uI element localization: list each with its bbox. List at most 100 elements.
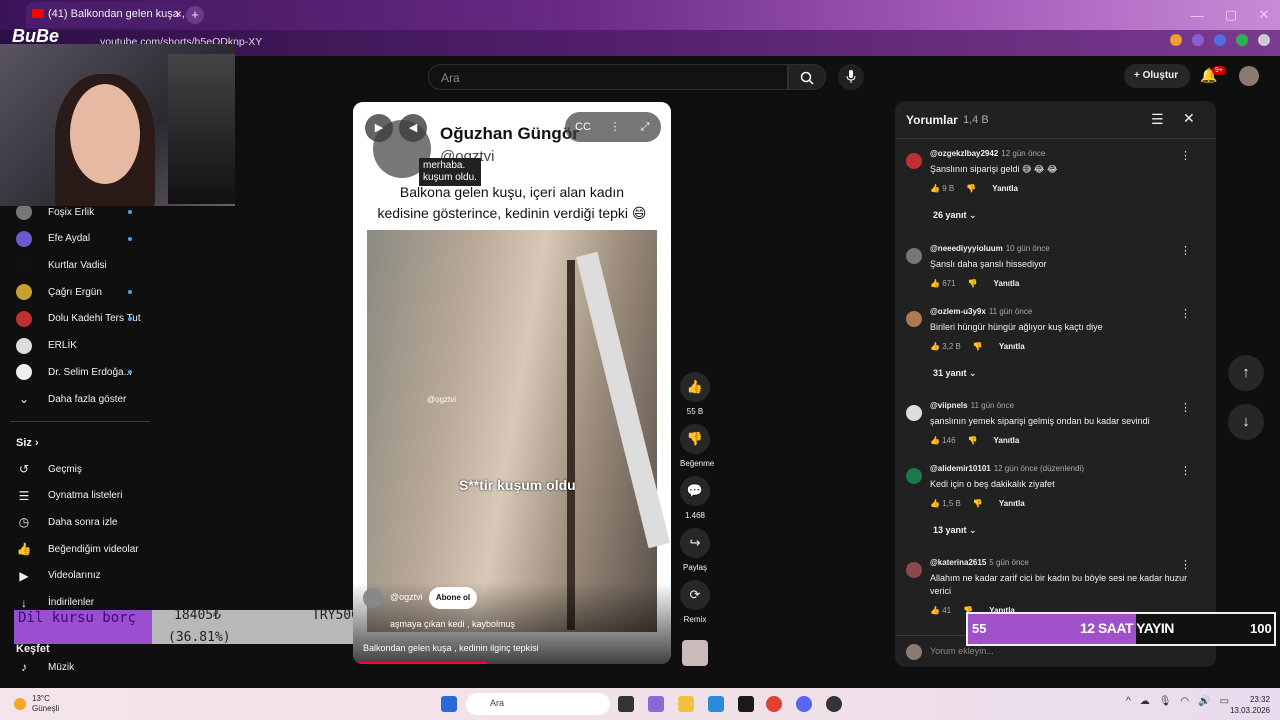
comment-author-row[interactable]: @neeediyyyioluum 10 gün önce <box>930 244 1050 253</box>
like-icon[interactable]: 👍 <box>930 606 940 615</box>
extension-icon[interactable] <box>1214 34 1226 46</box>
file-explorer-icon[interactable] <box>678 696 694 712</box>
commenter-avatar[interactable] <box>906 311 922 327</box>
account-avatar[interactable] <box>1239 66 1259 86</box>
like-icon[interactable]: 👍 <box>930 184 940 193</box>
sidebar-item-subscription[interactable]: ERLİK <box>16 334 156 358</box>
sidebar-item-you[interactable]: ☰ Oynatma listeleri <box>16 484 156 508</box>
sidebar-item-subscription[interactable]: Dr. Selim Erdoğa... <box>16 360 156 384</box>
video-frame[interactable]: @ogztvi S**tir kuşum oldu <box>367 230 670 632</box>
extension-icon[interactable] <box>1170 34 1182 46</box>
comment-author-row[interactable]: @viipnels 11 gün önce <box>930 401 1014 410</box>
share-icon[interactable]: ↪ <box>680 528 710 558</box>
comments-icon[interactable]: 💬 <box>680 476 710 506</box>
comment-menu-icon[interactable]: ⋮ <box>1180 401 1191 414</box>
search-input[interactable]: Ara <box>428 64 788 90</box>
next-short-button[interactable]: ↓ <box>1228 404 1264 440</box>
comment-author[interactable]: @katerina2615 <box>930 558 986 567</box>
captions-icon[interactable]: CC <box>569 113 597 141</box>
close-icon[interactable]: ✕ <box>1183 110 1195 127</box>
remix-action[interactable]: ⟳ Remix <box>680 580 710 624</box>
dislike-action[interactable]: 👎 Beğenme <box>680 424 714 468</box>
sidebar-item-music[interactable]: ♪ Müzik <box>16 655 156 679</box>
commenter-avatar[interactable] <box>906 248 922 264</box>
volume-icon[interactable]: 🔊 <box>1198 696 1210 707</box>
comment-menu-icon[interactable]: ⋮ <box>1180 558 1191 571</box>
tab-close-icon[interactable]: × <box>175 7 182 21</box>
discord-icon[interactable] <box>796 696 812 712</box>
sidebar-show-more[interactable]: ⌄ Daha fazla göster <box>16 387 156 411</box>
shorts-player[interactable]: Oğuzhan Güngör @ogztvi merhaba. kuşum ol… <box>353 102 671 664</box>
dislike-icon[interactable]: 👎 <box>680 424 710 454</box>
dislike-icon[interactable]: 👎 <box>966 184 976 193</box>
previous-short-button[interactable]: ↑ <box>1228 355 1264 391</box>
footer-channel-handle[interactable]: @ogztvi <box>390 592 423 602</box>
remix-thumbnail[interactable] <box>682 640 708 666</box>
comment-author[interactable]: @neeediyyyioluum <box>930 244 1003 253</box>
browser-tab[interactable]: (41) Balkondan gelen kuşa , ked × <box>26 2 188 28</box>
dislike-icon[interactable]: 👎 <box>973 499 983 508</box>
footer-description[interactable]: Balkondan gelen kuşa , kedinin ilginç te… <box>363 643 539 653</box>
extension-icon[interactable] <box>1236 34 1248 46</box>
like-icon[interactable]: 👍 <box>930 342 940 351</box>
volume-button[interactable]: ◀ <box>399 114 427 142</box>
commenter-avatar[interactable] <box>906 468 922 484</box>
dislike-icon[interactable]: 👎 <box>973 342 983 351</box>
reply-button[interactable]: Yanıtla <box>999 499 1025 508</box>
sidebar-item-you[interactable]: ◷ Daha sonra izle <box>16 510 156 534</box>
comment-menu-icon[interactable]: ⋮ <box>1180 149 1191 162</box>
store-icon[interactable] <box>708 696 724 712</box>
sidebar-item-subscription[interactable]: Çağrı Ergün <box>16 280 156 304</box>
sidebar-you-heading[interactable]: Siz › <box>16 437 39 449</box>
extension-icon[interactable] <box>1192 34 1204 46</box>
sidebar-item-subscription[interactable]: Kurtlar Vadisi <box>16 253 156 277</box>
comment-menu-icon[interactable]: ⋮ <box>1180 307 1191 320</box>
copilot-icon[interactable] <box>648 696 664 712</box>
footer-channel-avatar[interactable] <box>363 588 383 608</box>
sidebar-item-subscription[interactable]: Efe Aydal <box>16 227 156 251</box>
like-icon[interactable]: 👍 <box>930 436 940 445</box>
reply-button[interactable]: Yanıtla <box>994 436 1020 445</box>
comment-author[interactable]: @viipnels <box>930 401 968 410</box>
comment-author[interactable]: @ozlem-u3y9x <box>930 307 986 316</box>
chrome-icon[interactable] <box>766 696 782 712</box>
fullscreen-icon[interactable]: ⤢ <box>631 113 659 141</box>
play-button[interactable]: ▶ <box>365 114 393 142</box>
comment-menu-icon[interactable]: ⋮ <box>1180 244 1191 257</box>
dislike-icon[interactable]: 👎 <box>968 436 978 445</box>
sort-icon[interactable]: ☰ <box>1151 111 1164 128</box>
task-view-icon[interactable] <box>618 696 634 712</box>
reply-button[interactable]: Yanıtla <box>992 184 1018 193</box>
obs-icon[interactable] <box>826 696 842 712</box>
maximize-icon[interactable]: ▢ <box>1225 7 1237 23</box>
reply-button[interactable]: Yanıtla <box>994 279 1020 288</box>
comment-author[interactable]: @ozgekzlbay2942 <box>930 149 998 158</box>
sidebar-item-you[interactable]: ↺ Geçmiş <box>16 457 156 481</box>
commenter-avatar[interactable] <box>906 562 922 578</box>
chevron-up-icon[interactable]: ^ <box>1126 696 1131 707</box>
commenter-avatar[interactable] <box>906 405 922 421</box>
voice-search-button[interactable] <box>838 64 864 90</box>
view-replies-button[interactable]: 31 yanıt ⌄ <box>933 368 977 379</box>
sidebar-item-you[interactable]: 👍 Beğendiğim videolar <box>16 537 156 561</box>
commenter-avatar[interactable] <box>906 153 922 169</box>
network-icon[interactable]: ☁ <box>1140 696 1150 707</box>
windows-start-icon[interactable] <box>441 696 457 712</box>
subscribe-button[interactable]: Abone ol <box>429 587 477 609</box>
comment-author-row[interactable]: @ozlem-u3y9x 11 gün önce <box>930 307 1032 316</box>
window-close-icon[interactable]: ✕ <box>1258 7 1269 23</box>
new-tab-button[interactable]: + <box>186 6 204 24</box>
comment-author-row[interactable]: @ozgekzlbay2942 12 gün önce <box>930 149 1045 158</box>
weather-widget[interactable]: 13°C Güneşli <box>14 694 59 714</box>
like-icon[interactable]: 👍 <box>680 372 710 402</box>
create-button[interactable]: + Oluştur <box>1124 64 1190 88</box>
share-action[interactable]: ↪ Paylaş <box>680 528 710 572</box>
comments-action[interactable]: 💬 1.468 <box>680 476 710 520</box>
more-options-icon[interactable]: ⋮ <box>601 113 629 141</box>
remix-icon[interactable]: ⟳ <box>680 580 710 610</box>
comment-author-row[interactable]: @katerina2615 5 gün önce <box>930 558 1029 567</box>
profile-icon[interactable] <box>1258 34 1270 46</box>
taskbar-search[interactable]: Ara <box>466 693 610 715</box>
app-icon[interactable] <box>738 696 754 712</box>
comment-input[interactable]: Yorum ekleyin... <box>930 646 994 656</box>
